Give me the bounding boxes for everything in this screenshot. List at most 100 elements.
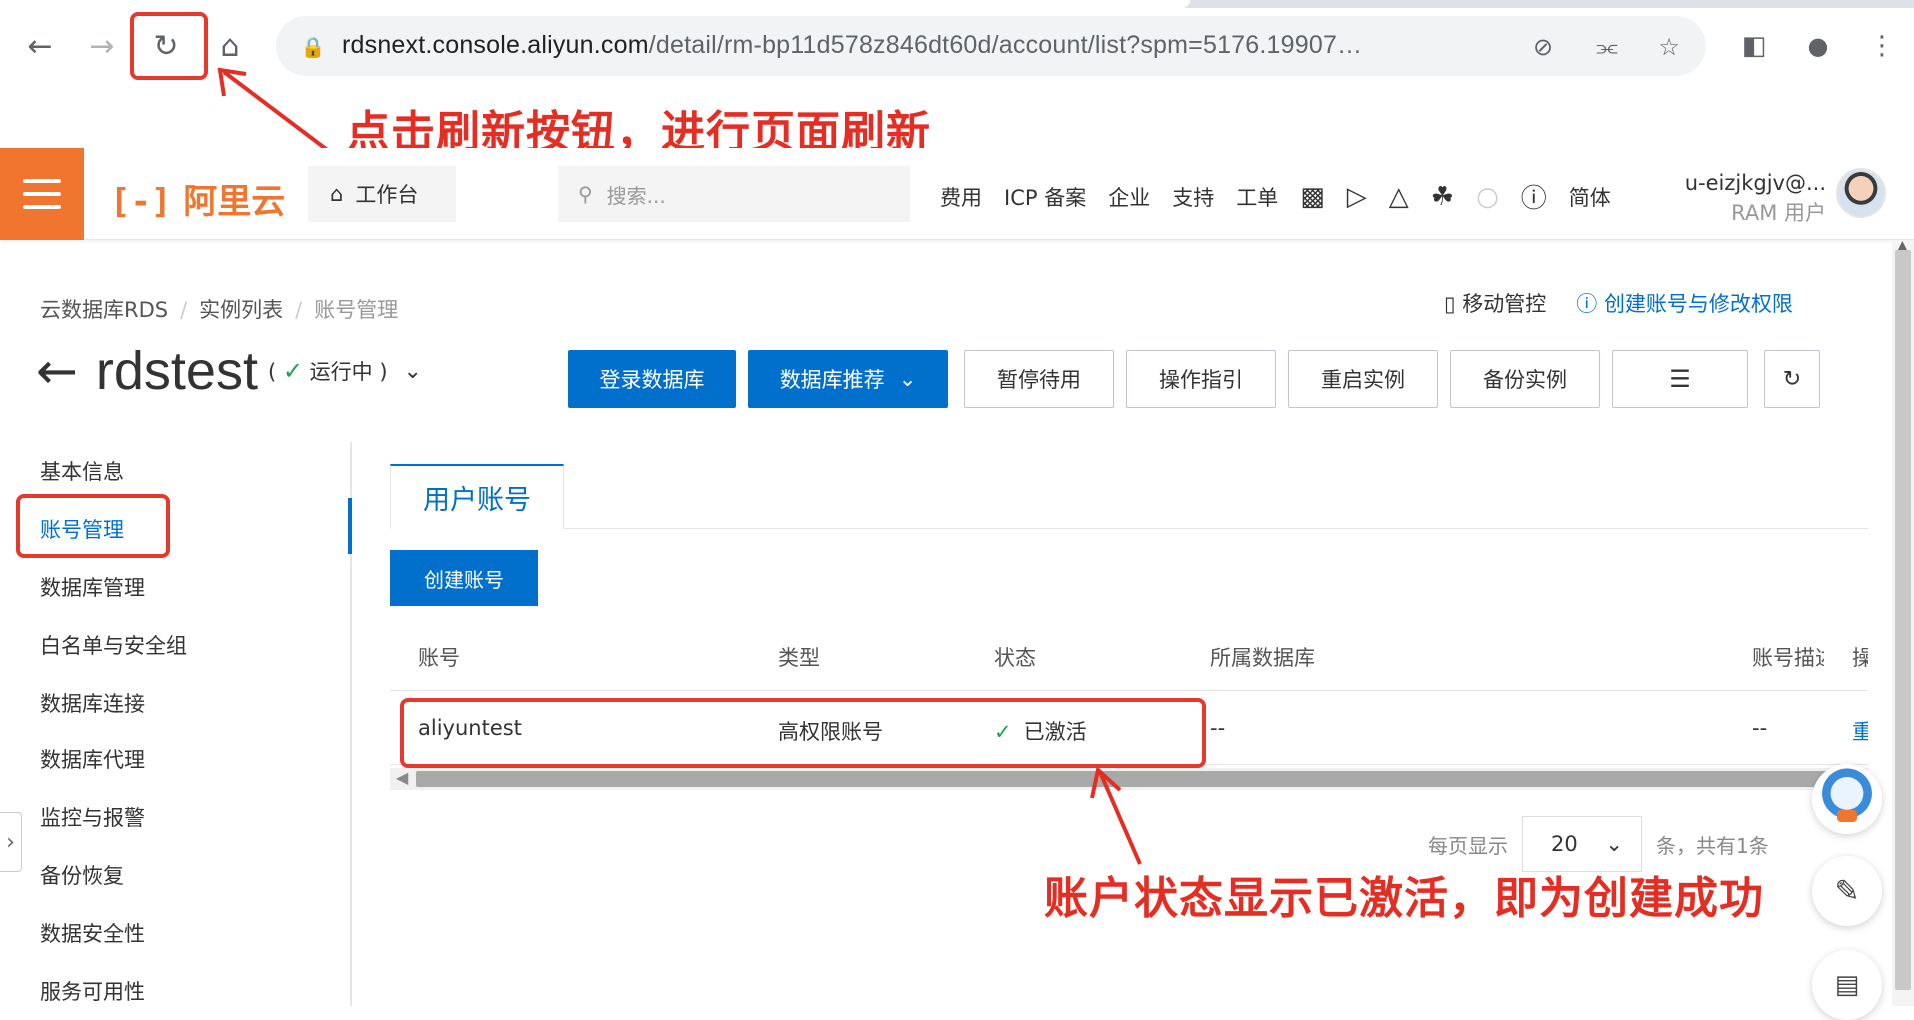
per-page-label: 每页显示 [1428,833,1508,858]
list-icon: ☰ [1669,365,1691,393]
column-header-database: 所属数据库 [1210,646,1315,670]
mobile-control-link[interactable]: ▯ 移动管控 [1444,288,1546,318]
backup-label: 备份实例 [1483,368,1567,392]
scrollbar-thumb[interactable] [1895,250,1911,990]
tab-user-accounts[interactable]: 用户账号 [390,464,564,529]
guide-label: 操作指引 [1159,368,1243,392]
chevron-right-icon: › [6,829,15,855]
bell-icon[interactable]: △ [1389,182,1409,212]
page-size-value: 20 [1551,832,1578,856]
topbar-nav: 费用 ICP 备案 企业 支持 工单 ▩ ▷ △ ☘ ○ ⓘ 简体 [940,178,1633,215]
arrow-to-refresh [217,67,332,154]
side-panel-icon[interactable]: ◧ [1730,22,1778,70]
lightbulb-icon[interactable]: ○ [1476,182,1499,212]
breadcrumb-instances[interactable]: 实例列表 [199,298,283,322]
workbench-button[interactable]: ⌂ 工作台 [308,166,456,222]
tabs-baseline [390,528,1868,529]
aliyun-logo[interactable]: [-] 阿里云 [110,174,285,223]
terminal-icon[interactable]: ▷ [1347,182,1367,212]
guide-button[interactable]: 操作指引 [1126,350,1276,408]
refresh-button[interactable]: ↻ [1764,350,1820,408]
hamburger-menu-button[interactable] [0,148,84,240]
sidebar-item-security[interactable]: 数据安全性 [40,918,145,948]
url-path: /detail/rm-bp11d578z846dt60d/account/lis… [648,31,1363,59]
search-placeholder: 搜索... [606,183,666,208]
profile-icon[interactable]: ● [1794,22,1842,70]
help-doc-label: 创建账号与修改权限 [1603,292,1793,316]
edit-feedback-icon[interactable]: ✎ [1812,856,1882,926]
address-bar[interactable]: 🔒 rdsnext.console.aliyun.com/detail/rm-b… [276,16,1706,76]
help-icon[interactable]: ⓘ [1521,178,1547,215]
login-database-button[interactable]: 登录数据库 [568,350,736,408]
chevron-down-icon: ⌄ [898,367,917,391]
total-count: 条，共有1条 [1656,833,1769,858]
sidebar-item-connection[interactable]: 数据库连接 [40,688,145,718]
cart-icon[interactable]: ☘ [1431,182,1454,212]
table-header-divider [390,690,1868,691]
list-icon-button[interactable]: ☰ [1612,350,1748,408]
nav-item-support[interactable]: 支持 [1172,182,1214,212]
cell-operation-link[interactable]: 重 [1852,716,1868,746]
header-links: ▯ 移动管控 ⓘ 创建账号与修改权限 [1444,288,1793,318]
nav-item-fees[interactable]: 费用 [940,182,982,212]
help-doc-link[interactable]: ⓘ 创建账号与修改权限 [1576,288,1793,318]
sidebar-item-monitoring[interactable]: 监控与报警 [40,802,145,832]
sidebar-collapse-button[interactable]: › [0,812,22,872]
chevron-down-icon: ⌄ [1605,832,1623,856]
arrow-to-status [1090,766,1142,865]
user-info[interactable]: u-eizjkgjv@... RAM 用户 [1676,168,1826,228]
restart-label: 重启实例 [1321,368,1405,392]
breadcrumb-separator: / [180,298,188,322]
check-icon: ✓ [282,357,303,385]
eye-off-icon[interactable]: ⊘ [1526,30,1560,64]
sidebar-item-proxy[interactable]: 数据库代理 [40,744,145,774]
breadcrumb-rds[interactable]: 云数据库RDS [40,298,168,322]
console-search-input[interactable]: ⚲ 搜索... [558,166,910,222]
status-annotation: 账户状态显示已激活，即为创建成功 [1044,873,1764,924]
chevron-down-icon[interactable]: ⌄ [404,359,422,384]
refresh-highlight-box [130,12,208,80]
browser-tab[interactable] [0,0,1190,8]
pause-button[interactable]: 暂停待用 [964,350,1114,408]
back-icon[interactable]: ← [16,22,64,70]
status-row-highlight-box [400,698,1206,768]
breadcrumb-current: 账号管理 [314,298,399,322]
instance-name: rdstest [95,341,258,401]
url-text[interactable]: rdsnext.console.aliyun.com/detail/rm-bp1… [342,31,1362,60]
workbench-label: 工作台 [355,183,419,207]
column-header-type: 类型 [778,646,820,670]
nav-item-icp[interactable]: ICP 备案 [1004,182,1086,212]
menu-kebab-icon[interactable]: ⋮ [1858,22,1906,70]
sidebar-item-whitelist[interactable]: 白名单与安全组 [40,630,187,660]
url-host: rdsnext.console.aliyun.com [342,31,649,59]
nav-item-ticket[interactable]: 工单 [1236,182,1278,212]
page-vertical-scrollbar[interactable]: ▲ [1892,238,1914,1006]
restart-button[interactable]: 重启实例 [1288,350,1438,408]
database-recommend-label: 数据库推荐 [779,368,885,392]
scroll-left-icon[interactable]: ◀ [396,768,408,787]
sidebar-active-indicator [348,498,352,554]
database-recommend-button[interactable]: 数据库推荐 ⌄ [748,350,948,408]
share-icon[interactable]: ⫘ [1590,30,1624,64]
assistant-robot-icon[interactable] [1812,764,1882,834]
sidebar-item-backup[interactable]: 备份恢复 [40,860,124,890]
avatar[interactable] [1836,168,1886,218]
sidebar-item-availability[interactable]: 服务可用性 [40,976,145,1006]
aliyun-logo-mark: [-] [110,182,172,222]
nav-item-enterprise[interactable]: 企业 [1108,182,1150,212]
sidebar-item-basic-info[interactable]: 基本信息 [40,456,124,486]
forward-icon[interactable]: → [78,22,126,70]
star-icon[interactable]: ☆ [1652,30,1686,64]
column-header-account: 账号 [418,646,460,670]
lock-icon[interactable]: 🔒 [296,30,330,64]
backup-button[interactable]: 备份实例 [1450,350,1600,408]
cell-database: -- [1210,716,1226,740]
sidebar-item-databases[interactable]: 数据库管理 [40,572,145,602]
home-outline-icon: ⌂ [330,182,344,206]
chat-icon[interactable]: ▤ [1812,950,1882,1020]
create-account-button[interactable]: 创建账号 [390,550,538,606]
refresh-icon: ↻ [1782,366,1802,392]
cloudshell-icon[interactable]: ▩ [1300,182,1325,212]
language-switch[interactable]: 简体 [1569,182,1611,212]
back-arrow-icon[interactable]: ← [36,342,78,400]
